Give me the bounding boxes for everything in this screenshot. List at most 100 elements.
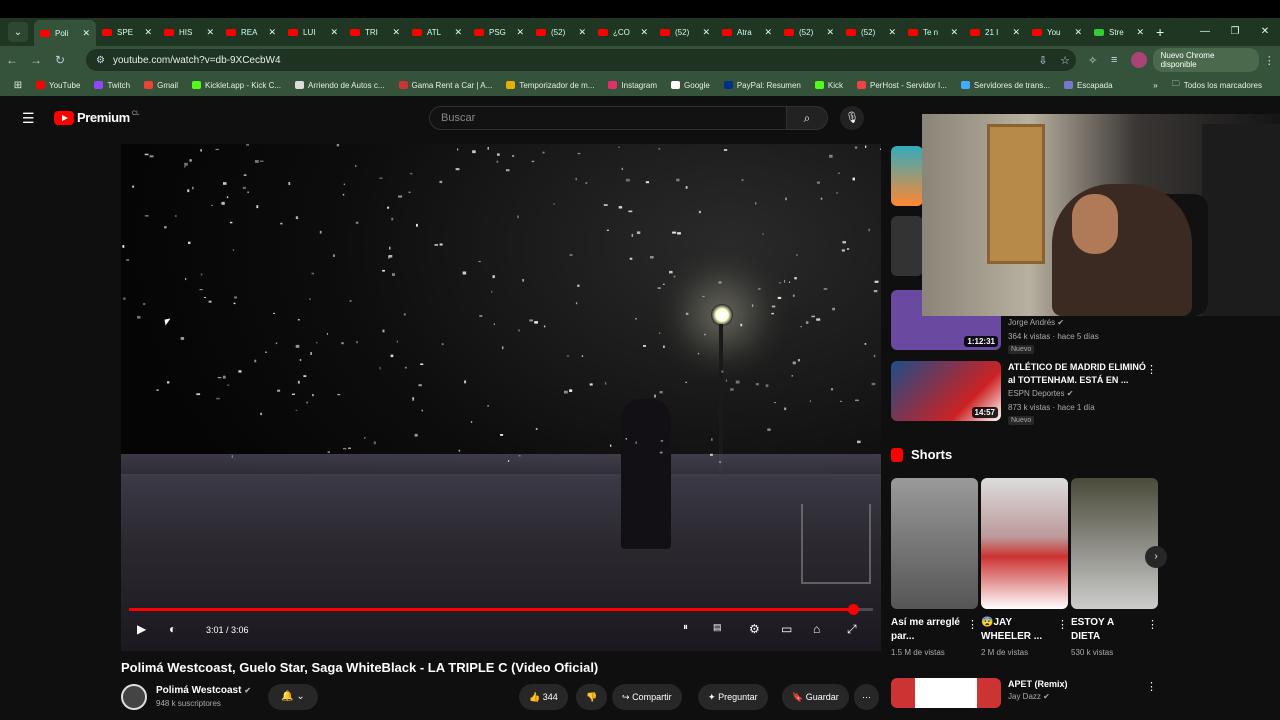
tab-close-icon[interactable]: ✕ <box>1074 27 1082 38</box>
browser-tab[interactable]: PSG ✕ <box>468 20 530 44</box>
tab-close-icon[interactable]: ✕ <box>640 27 648 38</box>
ask-button[interactable]: ✦ Preguntar <box>698 684 768 710</box>
browser-tab[interactable]: Atra ✕ <box>716 20 778 44</box>
bookmark-item[interactable]: Gmail <box>144 81 178 90</box>
kebab-menu-icon[interactable]: ⋮ <box>1146 680 1157 693</box>
browser-tab[interactable]: (52) ✕ <box>840 20 902 44</box>
tab-close-icon[interactable]: ✕ <box>82 28 90 39</box>
all-bookmarks-folder[interactable]: 🗀 Todos los marcadores <box>1172 78 1262 92</box>
tab-close-icon[interactable]: ✕ <box>516 27 524 38</box>
voice-search-button[interactable]: 🎙 <box>840 106 864 130</box>
browser-tab[interactable]: ATL ✕ <box>406 20 468 44</box>
miniplayer-icon[interactable]: ▭ <box>781 622 792 636</box>
bookmark-item[interactable]: Servidores de trans... <box>960 81 1050 90</box>
update-chrome-button[interactable]: Nuevo Chrome disponible <box>1152 48 1259 72</box>
tab-close-icon[interactable]: ✕ <box>268 27 276 38</box>
dislike-button[interactable]: 👎 <box>576 684 608 710</box>
save-button[interactable]: 🔖 Guardar <box>782 684 849 710</box>
play-icon[interactable]: ▶ <box>137 622 146 636</box>
browser-tab[interactable]: Poli ✕ <box>34 20 96 46</box>
tab-search-button[interactable]: ⌄ <box>8 22 28 42</box>
search-button[interactable]: ⌕ <box>786 106 828 130</box>
browser-tab[interactable]: REA ✕ <box>220 20 282 44</box>
bookmarks-more-icon[interactable]: » <box>1153 81 1157 90</box>
extensions-icon[interactable]: ✧ <box>1082 54 1103 67</box>
bookmark-item[interactable]: Arriendo de Autos c... <box>295 81 385 90</box>
bookmark-item[interactable]: Temporizador de m... <box>506 81 594 90</box>
kebab-menu-icon[interactable]: ⋮ <box>1147 618 1158 631</box>
bookmark-item[interactable]: YouTube <box>36 81 80 90</box>
tab-close-icon[interactable]: ✕ <box>826 27 834 38</box>
related-video-2[interactable]: 14:57 ATLÉTICO DE MADRID ELIMINÓ al TOTT… <box>891 361 1171 425</box>
browser-tab[interactable]: (52) ✕ <box>778 20 840 44</box>
bookmark-item[interactable]: Instagram <box>608 81 657 90</box>
browser-tab[interactable]: 21 I ✕ <box>964 20 1026 44</box>
tab-close-icon[interactable]: ✕ <box>1136 27 1144 38</box>
video-player[interactable]: ▶ ◐ 3:01 / 3:06 ⏸ ▤ ⚙ ▭ ⌂ ⤢ <box>121 144 881 651</box>
bookmark-item[interactable]: Kick <box>814 81 843 90</box>
short-item-3[interactable]: ESTOY A DIETA 530 k vistas ⋮ <box>1071 478 1158 657</box>
like-button[interactable]: 👍 344 <box>519 684 568 710</box>
subscribed-bell-button[interactable]: 🔔 ⌄ <box>268 684 318 710</box>
new-tab-button[interactable]: + <box>1156 24 1164 40</box>
fullscreen-icon[interactable]: ⤢ <box>847 622 857 637</box>
bookmark-item[interactable]: PayPal: Resumen <box>723 81 801 90</box>
cast-icon[interactable]: ⌂ <box>813 622 820 636</box>
kebab-menu-icon[interactable]: ⋮ <box>967 618 978 631</box>
browser-tab[interactable]: HIS ✕ <box>158 20 220 44</box>
hamburger-menu-icon[interactable]: ☰ <box>22 110 35 127</box>
browser-tab[interactable]: Stre ✕ <box>1088 20 1150 44</box>
tab-close-icon[interactable]: ✕ <box>1012 27 1020 38</box>
browser-tab[interactable]: (52) ✕ <box>654 20 716 44</box>
progress-scrubber[interactable] <box>847 604 859 615</box>
browser-tab[interactable]: TRI ✕ <box>344 20 406 44</box>
forward-button[interactable]: → <box>24 53 48 67</box>
media-controls-icon[interactable]: ≡ <box>1103 54 1124 66</box>
browser-tab[interactable]: (52) ✕ <box>530 20 592 44</box>
minimize-button[interactable]: — <box>1190 18 1220 46</box>
short-item-1[interactable]: Así me arreglé par... 1.5 M de vistas ⋮ <box>891 478 978 657</box>
tab-close-icon[interactable]: ✕ <box>950 27 958 38</box>
tab-close-icon[interactable]: ✕ <box>392 27 400 38</box>
bookmark-item[interactable]: Gama Rent a Car | A... <box>398 81 492 90</box>
pause-autoplay-icon[interactable]: ⏸ <box>683 622 688 633</box>
tab-close-icon[interactable]: ✕ <box>888 27 896 38</box>
browser-tab[interactable]: SPE ✕ <box>96 20 158 44</box>
site-info-icon[interactable]: ⚙ <box>96 55 105 66</box>
volume-icon[interactable]: ◐ <box>169 622 176 636</box>
related-video-3[interactable]: APET (Remix) Jay Dazz ✔ ⋮ <box>891 678 1171 708</box>
browser-tab[interactable]: Te n ✕ <box>902 20 964 44</box>
share-button[interactable]: ↪ Compartir <box>612 684 682 710</box>
settings-gear-icon[interactable]: ⚙ <box>749 622 760 636</box>
tab-close-icon[interactable]: ✕ <box>764 27 772 38</box>
short-item-2[interactable]: 😨JAY WHEELER ... 2 M de vistas ⋮ <box>981 478 1068 657</box>
channel-name[interactable]: Polimá Westcoast ✔ <box>156 685 251 696</box>
tab-close-icon[interactable]: ✕ <box>578 27 586 38</box>
browser-tab[interactable]: LUI ✕ <box>282 20 344 44</box>
shorts-next-button[interactable]: › <box>1145 546 1167 568</box>
tab-close-icon[interactable]: ✕ <box>330 27 338 38</box>
bookmark-item[interactable]: Twitch <box>94 81 130 90</box>
browser-tab[interactable]: You ✕ <box>1026 20 1088 44</box>
close-window-button[interactable]: ✕ <box>1250 18 1280 46</box>
restore-button[interactable]: ❐ <box>1220 18 1250 46</box>
bookmark-item[interactable]: Kicklet.app - Kick C... <box>192 81 281 90</box>
browser-tab[interactable]: ¿CO ✕ <box>592 20 654 44</box>
channel-avatar[interactable] <box>121 684 147 710</box>
profile-avatar[interactable] <box>1130 52 1147 68</box>
kebab-menu-icon[interactable]: ⋮ <box>1146 363 1157 376</box>
omnibox[interactable]: ⚙ youtube.com/watch?v=db-9XCecbW4 ⇩ ☆ <box>86 49 1076 71</box>
subtitles-icon[interactable]: ▤ <box>713 622 722 633</box>
install-app-icon[interactable]: ⇩ <box>1032 54 1054 67</box>
tab-close-icon[interactable]: ✕ <box>144 27 152 38</box>
apps-grid-icon[interactable]: ⊞ <box>0 80 36 91</box>
back-button[interactable]: ← <box>0 53 24 67</box>
kebab-menu-icon[interactable]: ⋮ <box>1057 618 1068 631</box>
tab-close-icon[interactable]: ✕ <box>702 27 710 38</box>
tab-close-icon[interactable]: ✕ <box>454 27 462 38</box>
youtube-logo[interactable]: Premium CL <box>54 110 140 125</box>
bookmark-item[interactable]: Google <box>671 81 710 90</box>
bookmark-star-icon[interactable]: ☆ <box>1054 54 1076 67</box>
menu-kebab-icon[interactable]: ⋮ <box>1259 54 1280 67</box>
bookmark-item[interactable]: Escapada <box>1063 81 1113 90</box>
